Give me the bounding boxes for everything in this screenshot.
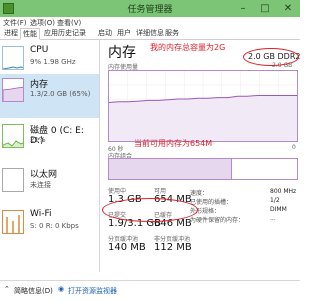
tab-users[interactable]: 用户 [115,28,133,38]
resource-monitor-icon: ◉ [58,285,65,293]
memory-thumbnail [2,78,24,102]
sidebar-item-sub: 21% [30,136,46,144]
tab-processes[interactable]: 进程 [2,28,20,38]
sidebar-item-memory[interactable]: 内存 1.3/2.0 GB (65%) [0,74,99,118]
spec-speed-label: 速度： [190,190,209,197]
maximize-button[interactable]: □ [254,0,276,17]
sidebar-item-title: 内存 [30,80,49,90]
memory-composition-bar [108,158,298,180]
sidebar-item-title: 以太网 [30,170,58,180]
disk-thumbnail [2,124,24,148]
ethernet-thumbnail [2,168,24,192]
bottom-bar: ⌃ 简略信息(D) ◉ 打开资源监视器 [0,280,300,301]
menu-file[interactable]: 文件(F) [3,18,27,28]
tab-bar: 进程 性能 应用历史记录 启动 用户 详细信息 服务 [0,28,300,40]
sidebar-item-wifi[interactable]: Wi-Fi S: 0 R: 0 Kbps [0,206,99,250]
composition-in-use [109,159,233,179]
spec-reserved-label: 为硬件保留的内存： [190,217,245,224]
total-capacity-circle [243,48,299,66]
menu-options[interactable]: 选项(O) [30,18,55,28]
nonpaged-pool-value: 112 MB [154,242,192,253]
available-memory-note: 当前可用内存为654M [134,139,213,148]
tab-details[interactable]: 详细信息 [134,28,166,38]
total-capacity-note: 我的内存总容量为2G [150,43,226,52]
tab-performance[interactable]: 性能 [20,28,40,40]
tab-services[interactable]: 服务 [163,28,181,38]
close-button[interactable]: ✕ [276,0,300,17]
tab-startup[interactable]: 启动 [96,28,114,38]
resource-sidebar: CPU 9% 1.98 GHz 内存 1.3/2.0 GB (65%) 磁盘 0… [0,40,100,272]
memory-panel: 内存 2.0 GB DDR2 内存使用量 2.0 GB 60 秒 0 内存组合 … [100,40,300,272]
sidebar-item-sub: S: 0 R: 0 Kbps [30,222,79,230]
sidebar-item-sub: 9% 1.98 GHz [30,58,76,66]
spec-speed-value: 800 MHz [270,188,297,195]
sidebar-item-ethernet[interactable]: 以太网 未连接 [0,164,99,208]
fewer-details-link[interactable]: 简略信息(D) [14,286,53,296]
sidebar-item-title: Wi-Fi [30,209,52,219]
memory-heading: 内存 [108,45,136,61]
memory-usage-chart [108,71,297,141]
sidebar-item-title: CPU [30,45,49,55]
minimize-button[interactable]: – [232,0,254,17]
available-memory-circle [102,198,198,222]
wifi-thumbnail [2,210,24,234]
sidebar-item-sub: 1.3/2.0 GB (65%) [30,90,91,98]
spec-reserved-value: ... [270,215,276,222]
memory-usage-graph [108,70,298,142]
open-resource-monitor-link[interactable]: 打开资源监视器 [68,286,117,296]
menu-bar: 文件(F) 选项(O) 查看(V) [0,17,300,28]
tab-app-history[interactable]: 应用历史记录 [42,28,88,38]
paged-pool-value: 140 MB [108,242,146,253]
spec-slots-label: 已使用的插槽： [190,199,233,206]
usage-area [109,95,297,141]
sidebar-item-sub: 未连接 [30,181,51,189]
spec-slots-value: 1/2 [270,197,280,204]
fewer-details-icon[interactable]: ⌃ [4,285,10,293]
graph-zero-label: 0 [292,144,296,151]
menu-view[interactable]: 查看(V) [57,18,81,28]
sidebar-item-disk[interactable]: 磁盘 0 (C: E: D:) 21% [0,120,99,164]
spec-form-value: DIMM [270,206,287,213]
title-bar: 任务管理器 – □ ✕ [0,0,300,17]
cpu-thumbnail [2,46,24,70]
